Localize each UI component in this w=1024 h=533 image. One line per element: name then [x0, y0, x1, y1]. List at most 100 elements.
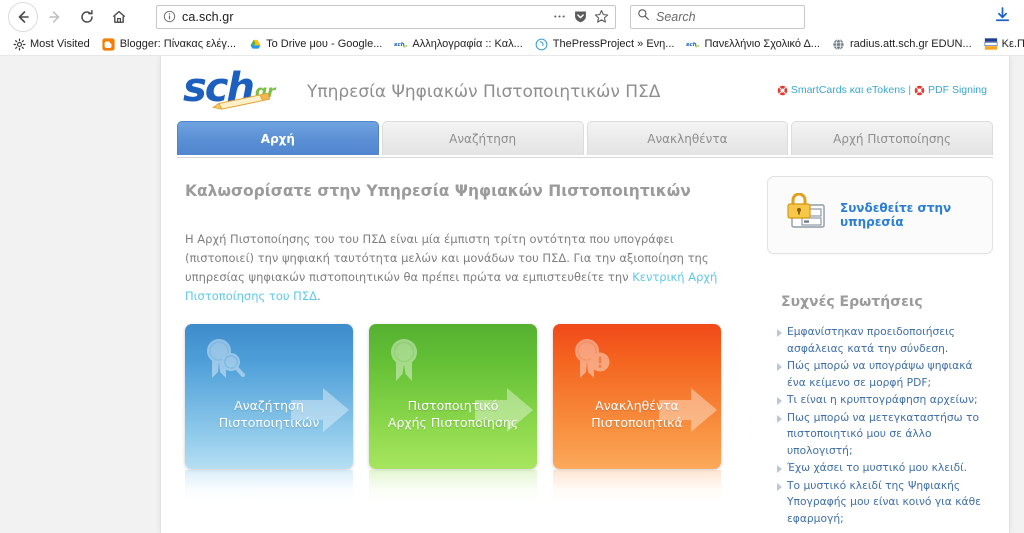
tab-anaklithenta[interactable]: Ανακληθέντα: [586, 121, 789, 155]
reload-button[interactable]: [72, 2, 102, 32]
info-circle-icon[interactable]: [163, 10, 176, 23]
bookmark-kepliro[interactable]: Κε.Π: [978, 34, 1024, 54]
forward-arrow-icon: [47, 9, 63, 25]
login-link[interactable]: Συνδεθείτε στην υπηρεσία: [840, 201, 976, 229]
globe-icon: [832, 37, 846, 51]
card-surface[interactable]: Ανακληθέντα Πιστοποιητικά: [553, 324, 721, 469]
kepliro-icon: [984, 37, 998, 51]
login-box[interactable]: Συνδεθείτε στην υπηρεσία: [767, 176, 993, 254]
lock-login-icon: [784, 192, 828, 238]
lifebuoy-icon: [914, 85, 925, 96]
svg-text:gr: gr: [696, 44, 701, 48]
card-search-certificates[interactable]: Αναζήτηση Πιστοποιητικών: [185, 324, 353, 504]
home-icon: [111, 9, 127, 25]
faq-item-label[interactable]: Τι είναι η κρυπτογράφηση αρχείων;: [787, 393, 978, 406]
pdf-signing-link[interactable]: PDF Signing: [928, 84, 987, 96]
card-surface[interactable]: Πιστοποιητικό Αρχής Πιστοποίησης: [369, 324, 537, 469]
card-label-line2: Αρχής Πιστοποίησης: [387, 414, 519, 430]
search-input[interactable]: Search: [656, 10, 696, 24]
faq-item-label[interactable]: Έχω χάσει το μυστικό μου κλειδί.: [787, 461, 967, 474]
blogger-icon: [102, 37, 116, 51]
sch-logo[interactable]: sch gr: [183, 68, 293, 114]
service-cards: Αναζήτηση Πιστοποιητικών Πιστοποιητικό Α…: [185, 324, 747, 504]
lifebuoy-icon: [777, 85, 788, 96]
tab-arxi-pistopoiisis[interactable]: Αρχή Πιστοποίησης: [791, 121, 993, 155]
intro-text-part2: .: [316, 289, 321, 303]
faq-item[interactable]: Πώς μπορώ να υπογράψω ψηφιακά ένα κείμεν…: [775, 358, 987, 391]
download-arrow-icon: [994, 6, 1011, 28]
faq-item-label[interactable]: Το μυστικό κλειδί της Ψηφιακής Υπογραφής…: [787, 479, 981, 525]
main-column: Καλωσορίσατε στην Υπηρεσία Ψηφιακών Πιστ…: [177, 158, 747, 528]
page-actions-button[interactable]: [552, 10, 567, 23]
welcome-heading: Καλωσορίσατε στην Υπηρεσία Ψηφιακών Πιστ…: [185, 182, 691, 200]
card-surface[interactable]: Αναζήτηση Πιστοποιητικών: [185, 324, 353, 469]
card-revoked-certificates[interactable]: Ανακληθέντα Πιστοποιητικά: [553, 324, 721, 504]
faq-title: Συχνές Ερωτήσεις: [781, 294, 923, 310]
card-label: Ανακληθέντα Πιστοποιητικά: [591, 363, 682, 431]
reload-icon: [79, 9, 95, 25]
card-label-line1: Ανακληθέντα: [595, 397, 679, 413]
bookmark-label: Πανελλήνιο Σχολικό Δ...: [704, 38, 820, 50]
bookmark-label: Το Drive μου - Google...: [266, 38, 383, 50]
bookmark-label: Blogger: Πίνακας ελέγ...: [119, 38, 237, 50]
search-bar[interactable]: Search: [630, 4, 805, 29]
sidebar-column: Συνδεθείτε στην υπηρεσία Συχνές Ερωτήσει…: [747, 158, 993, 528]
bookmark-label: radius.att.sch.gr EDUN...: [849, 38, 972, 50]
card-label-line1: Πιστοποιητικό: [407, 397, 499, 413]
magnifier-icon: [637, 8, 650, 26]
card-reflection: [185, 470, 353, 504]
thepressproject-icon: [535, 37, 549, 51]
faq-list: Εμφανίστηκαν προειδοποιήσεις ασφάλειας κ…: [767, 324, 993, 527]
smartcards-link[interactable]: SmartCards και eTokens: [791, 84, 905, 96]
svg-text:gr: gr: [403, 44, 408, 48]
bookmark-thepressproject[interactable]: ThePressProject » Ενη...: [529, 34, 681, 54]
faq-item-label[interactable]: Εμφανίστηκαν προειδοποιήσεις ασφάλειας κ…: [787, 325, 955, 355]
back-arrow-icon: [15, 9, 31, 25]
bookmark-sch-portal[interactable]: sch gr Πανελλήνιο Σχολικό Δ...: [680, 34, 826, 54]
site-content-container: sch gr Υπηρεσία Ψηφιακών Πιστοποιητικών …: [160, 56, 1010, 533]
card-reflection: [369, 470, 537, 504]
page-title: Υπηρεσία Ψηφιακών Πιστοποιητικών ΠΣΔ: [307, 81, 661, 102]
bookmark-star-icon[interactable]: [594, 9, 609, 24]
sch-icon: sch gr: [394, 37, 408, 51]
faq-item[interactable]: Το μυστικό κλειδί της Ψηφιακής Υπογραφής…: [775, 478, 987, 528]
bookmark-blogger[interactable]: Blogger: Πίνακας ελέγ...: [96, 34, 242, 54]
tab-anazitisi[interactable]: Αναζήτηση: [381, 121, 584, 155]
card-label-line1: Αναζήτηση: [234, 397, 304, 413]
faq-item[interactable]: Πως μπορώ να μετεγκαταστήσω το πιστοποιη…: [775, 410, 987, 460]
card-ca-certificate[interactable]: Πιστοποιητικό Αρχής Πιστοποίησης: [369, 324, 537, 504]
faq-item[interactable]: Εμφανίστηκαν προειδοποιήσεις ασφάλειας κ…: [775, 324, 987, 357]
site-tab-bar: Αρχή Αναζήτηση Ανακληθέντα Αρχή Πιστοποί…: [177, 121, 993, 158]
header-links: SmartCards και eTokens | PDF Signing: [777, 84, 987, 96]
bookmark-label: ThePressProject » Ενη...: [552, 38, 675, 50]
forward-button[interactable]: [40, 2, 70, 32]
bookmark-most-visited[interactable]: Most Visited: [6, 34, 96, 54]
faq-item[interactable]: Τι είναι η κρυπτογράφηση αρχείων;: [775, 392, 987, 409]
tab-arxi[interactable]: Αρχή: [177, 121, 379, 155]
home-button[interactable]: [104, 2, 134, 32]
google-drive-icon: [248, 37, 262, 51]
card-label-line2: Πιστοποιητικά: [591, 414, 683, 430]
page-background-left: [0, 56, 160, 533]
downloads-button[interactable]: [988, 3, 1016, 31]
address-bar[interactable]: ca.sch.gr: [156, 4, 616, 29]
faq-item-label[interactable]: Πως μπορώ να μετεγκαταστήσω το πιστοποιη…: [787, 411, 979, 457]
card-label-line2: Πιστοποιητικών: [218, 414, 320, 430]
back-button[interactable]: [8, 1, 38, 32]
bookmark-google-drive[interactable]: Το Drive μου - Google...: [242, 34, 388, 54]
bookmark-webmail[interactable]: sch gr Αλληλογραφία :: Καλ...: [388, 34, 528, 54]
bookmark-radius[interactable]: radius.att.sch.gr EDUN...: [826, 34, 978, 54]
browser-chrome: ca.sch.gr Search Most Visited Blogger: Π…: [0, 0, 1024, 56]
page-background-right: [1010, 56, 1024, 533]
pocket-shield-icon[interactable]: [573, 9, 588, 24]
browser-navigation-toolbar: ca.sch.gr Search: [0, 0, 1024, 33]
bookmark-label: Most Visited: [30, 38, 90, 50]
bookmark-label: Κε.Π: [1001, 38, 1024, 50]
faq-item[interactable]: Έχω χάσει το μυστικό μου κλειδί.: [775, 460, 987, 477]
faq-item-label[interactable]: Πώς μπορώ να υπογράψω ψηφιακά ένα κείμεν…: [787, 359, 973, 389]
intro-text-part1: Η Αρχή Πιστοποίησης του του ΠΣΔ είναι μί…: [185, 232, 709, 284]
bookmarks-toolbar: Most Visited Blogger: Πίνακας ελέγ... Το…: [0, 33, 1024, 56]
sch-icon: sch gr: [686, 37, 700, 51]
gear-icon: [12, 37, 26, 51]
site-header: sch gr Υπηρεσία Ψηφιακών Πιστοποιητικών …: [161, 56, 1009, 121]
